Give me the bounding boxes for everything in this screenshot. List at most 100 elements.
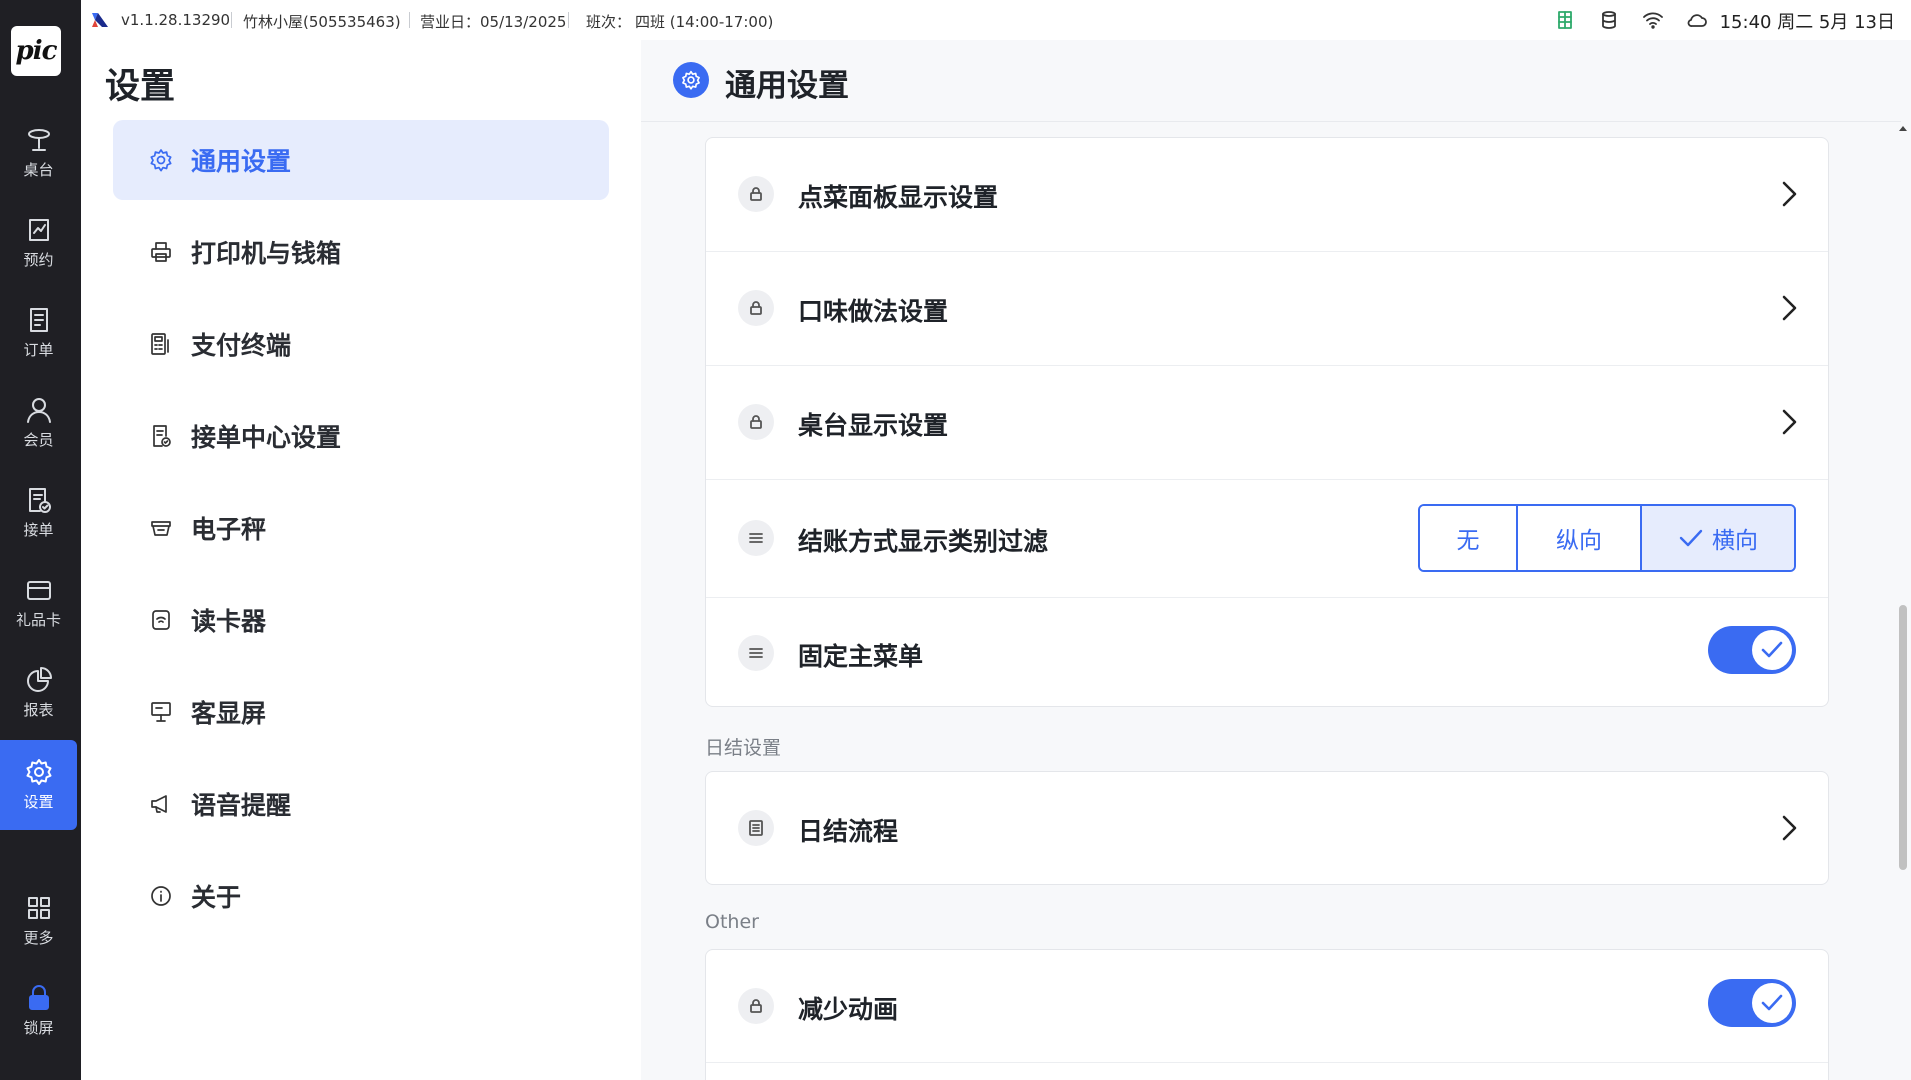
content-scrollbar[interactable] xyxy=(1896,120,1911,1080)
page-title: 设置 xyxy=(105,67,176,107)
megaphone-icon xyxy=(151,795,167,813)
info-icon xyxy=(151,886,171,906)
member-icon xyxy=(26,398,51,423)
pos-terminal-icon xyxy=(151,333,169,355)
row-label: 结账方式显示类别过滤 xyxy=(798,527,1049,556)
nav-label: 接单中心设置 xyxy=(191,423,342,452)
rail-item-reservation[interactable]: 预约 xyxy=(0,198,77,288)
rail-item-more[interactable]: 更多 xyxy=(0,876,77,966)
rail-item-tables[interactable]: 桌台 xyxy=(0,108,77,198)
seg-option-vertical[interactable]: 纵向 xyxy=(1518,506,1642,570)
general-settings-card: 点菜面板显示设置 口味做法设置 桌台显示设置 结账方式显示类别过滤 无 纵向 横… xyxy=(705,137,1829,707)
nav-item-payment-terminal[interactable]: 支付终端 xyxy=(113,304,609,384)
toggle-knob xyxy=(1752,983,1792,1023)
chevron-right-icon[interactable] xyxy=(1778,407,1800,437)
rail-label: 订单 xyxy=(23,341,54,359)
nav-label: 关于 xyxy=(191,883,242,912)
settings-row-flavor[interactable]: 口味做法设置 xyxy=(706,252,1828,365)
scroll-thumb[interactable] xyxy=(1899,605,1907,870)
row-label: 日结流程 xyxy=(798,817,899,846)
nav-item-scale[interactable]: 电子秤 xyxy=(113,488,609,568)
nav-item-general[interactable]: 通用设置 xyxy=(113,120,609,200)
settings-content: 通用设置 点菜面板显示设置 口味做法设置 桌台显示设置 结账方式显示类别过滤 无 xyxy=(641,40,1911,1080)
rail-label: 设置 xyxy=(23,793,54,811)
nav-item-printer[interactable]: 打印机与钱箱 xyxy=(113,212,609,292)
database-icon[interactable] xyxy=(1598,10,1620,30)
nav-label: 支付终端 xyxy=(191,331,292,360)
settings-row-menu-panel[interactable]: 点菜面板显示设置 xyxy=(706,138,1828,251)
lock-icon xyxy=(28,985,49,1010)
divider xyxy=(568,12,569,28)
wifi-icon[interactable] xyxy=(1642,10,1664,30)
row-label: 桌台显示设置 xyxy=(798,411,949,440)
spreadsheet-icon[interactable] xyxy=(1554,10,1576,30)
day-end-card: 日结流程 xyxy=(705,771,1829,885)
rail-label: 接单 xyxy=(23,521,54,539)
seg-label: 无 xyxy=(1456,528,1480,554)
settings-row-table-display[interactable]: 桌台显示设置 xyxy=(706,366,1828,479)
row-label: 口味做法设置 xyxy=(798,297,949,326)
customer-display-icon xyxy=(151,702,171,722)
section-label-other: Other xyxy=(705,911,759,933)
section-label-day-end: 日结设置 xyxy=(705,737,782,759)
document-icon xyxy=(738,810,774,846)
chevron-right-icon[interactable] xyxy=(1778,293,1800,323)
list-icon xyxy=(738,635,774,671)
content-header: 通用设置 xyxy=(641,40,1901,122)
nav-item-customer-display[interactable]: 客显屏 xyxy=(113,672,609,752)
printer-icon xyxy=(151,242,171,262)
chevron-right-icon[interactable] xyxy=(1778,813,1800,843)
rail-item-gift-card[interactable]: 礼品卡 xyxy=(0,558,77,648)
scroll-up-arrow[interactable] xyxy=(1899,126,1907,131)
rail-item-accept-orders[interactable]: 接单 xyxy=(0,468,77,558)
rail-item-lock-screen[interactable]: 锁屏 xyxy=(0,966,77,1056)
rail-item-settings[interactable]: 设置 xyxy=(0,740,77,830)
table-icon xyxy=(27,129,50,151)
rail-item-orders[interactable]: 订单 xyxy=(0,288,77,378)
shift-value: 四班 (14:00-17:00) xyxy=(635,13,774,31)
app-rail: pic 桌台 预约 订单 会员 接单 礼品卡 报表 设置 更多 锁屏 xyxy=(0,0,81,1080)
scale-icon xyxy=(151,521,171,536)
rail-label: 预约 xyxy=(23,251,54,269)
content-title: 通用设置 xyxy=(725,68,849,104)
app-mini-logo xyxy=(92,13,108,27)
seg-option-none[interactable]: 无 xyxy=(1420,506,1518,570)
nav-item-card-reader[interactable]: 读卡器 xyxy=(113,580,609,660)
lock-icon xyxy=(738,988,774,1024)
pin-menu-toggle[interactable] xyxy=(1708,626,1796,674)
status-bar: v1.1.28.13290 竹林小屋(505535463) 营业日：05/13/… xyxy=(81,0,1911,40)
rail-label: 锁屏 xyxy=(23,1019,54,1037)
divider xyxy=(409,12,410,28)
grid-icon xyxy=(27,897,50,919)
cloud-icon[interactable] xyxy=(1686,10,1708,30)
row-label: 点菜面板显示设置 xyxy=(798,183,999,212)
nav-label: 客显屏 xyxy=(191,699,267,728)
orientation-segmented-control: 无 纵向 横向 xyxy=(1418,504,1796,572)
nav-item-voice-alert[interactable]: 语音提醒 xyxy=(113,764,609,844)
nav-label: 打印机与钱箱 xyxy=(191,239,342,268)
rail-label: 桌台 xyxy=(23,161,54,179)
check-icon xyxy=(1679,529,1703,547)
settings-row-day-end-process[interactable]: 日结流程 xyxy=(706,772,1828,886)
nav-item-order-center[interactable]: 接单中心设置 xyxy=(113,396,609,476)
row-label: 减少动画 xyxy=(798,995,899,1024)
rail-item-members[interactable]: 会员 xyxy=(0,378,77,468)
lock-icon xyxy=(738,404,774,440)
version-text: v1.1.28.13290 xyxy=(121,11,231,29)
nav-label: 读卡器 xyxy=(191,607,267,636)
rail-item-reports[interactable]: 报表 xyxy=(0,648,77,738)
gear-icon xyxy=(673,62,709,98)
gear-icon xyxy=(26,759,51,785)
reservation-icon xyxy=(28,219,49,241)
settings-row-pin-menu: 固定主菜单 xyxy=(706,598,1828,708)
shift-label: 班次： xyxy=(586,13,632,31)
divider xyxy=(706,1062,1828,1063)
nav-item-about[interactable]: 关于 xyxy=(113,856,609,936)
seg-option-horizontal[interactable]: 横向 xyxy=(1642,506,1794,570)
report-icon xyxy=(26,667,52,692)
chevron-right-icon[interactable] xyxy=(1778,179,1800,209)
other-card: 减少动画 xyxy=(705,949,1829,1080)
gear-icon xyxy=(150,149,172,172)
gift-card-icon xyxy=(26,581,51,600)
reduce-animation-toggle[interactable] xyxy=(1708,979,1796,1027)
